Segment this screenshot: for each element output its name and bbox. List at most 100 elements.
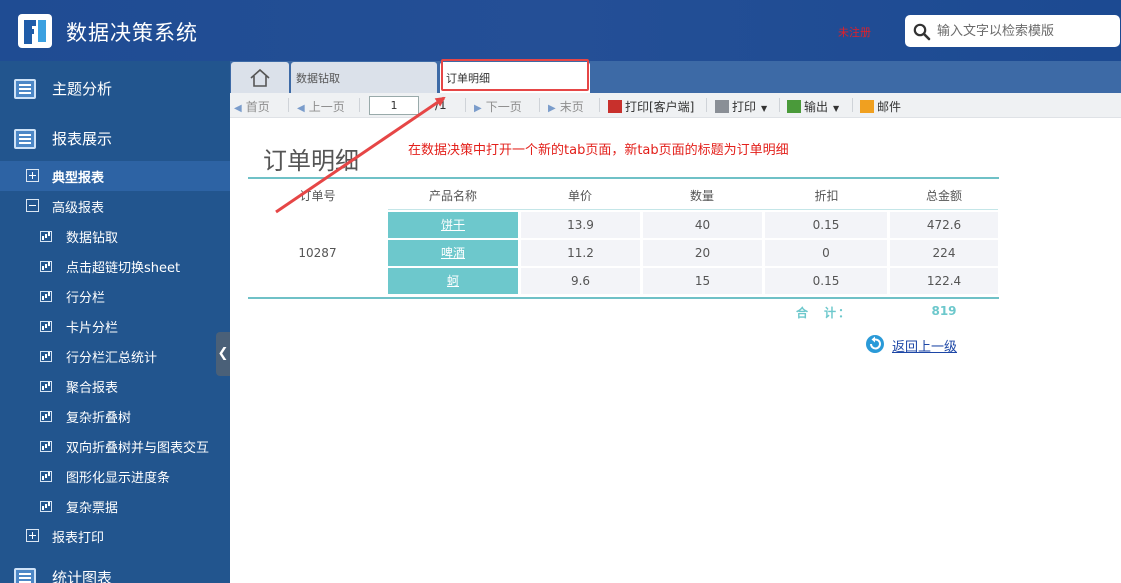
toolbar-divider xyxy=(539,98,540,112)
mail-button[interactable]: 邮件 xyxy=(860,98,901,115)
return-icon[interactable] xyxy=(865,334,887,354)
column-header-order-no: 订单号 xyxy=(299,189,336,203)
prev-page-icon: ◀ xyxy=(297,103,305,114)
sidebar-item-hyperlink-sheet[interactable]: 点击超链切换sheet xyxy=(0,251,230,281)
column-header-price: 单价 xyxy=(567,189,592,203)
sidebar-item-complex-tree[interactable]: 复杂折叠树 xyxy=(0,401,230,431)
bar-chart-icon xyxy=(40,411,52,422)
first-page-button[interactable]: ◀ 首页 xyxy=(234,98,270,115)
print-pdf-icon xyxy=(608,100,622,113)
bar-chart-icon xyxy=(40,501,52,512)
search-input[interactable] xyxy=(937,21,1115,41)
qty-cell: 15 xyxy=(643,268,762,294)
price-cell: 9.6 xyxy=(521,268,640,294)
sidebar-folder-report-print[interactable]: 报表打印 xyxy=(0,521,230,551)
sidebar-item-label: 聚合报表 xyxy=(66,381,119,396)
sidebar-folder-label: 报表打印 xyxy=(52,531,105,546)
top-header: 数据决策系统 未注册 xyxy=(0,0,1121,61)
product-link-cell[interactable]: 蚵 xyxy=(388,268,518,294)
last-page-icon: ▶ xyxy=(548,103,556,114)
print-client-button[interactable]: 打印[客户端] xyxy=(608,98,694,115)
sidebar-item-row-columns[interactable]: 行分栏 xyxy=(0,281,230,311)
export-icon xyxy=(787,100,801,113)
total-label: 合 计： xyxy=(796,306,853,320)
report-list-icon xyxy=(14,79,36,99)
home-icon[interactable] xyxy=(249,68,271,88)
sidebar-section-report-display[interactable]: 报表展示 xyxy=(0,114,230,164)
collapse-icon xyxy=(26,199,39,212)
table-bottom-rule xyxy=(248,297,999,299)
search-icon[interactable] xyxy=(913,23,931,41)
bar-chart-icon xyxy=(40,471,52,482)
sidebar-section-statistics-charts[interactable]: 统计图表 xyxy=(0,553,230,583)
toolbar-divider xyxy=(779,98,780,112)
last-page-button[interactable]: ▶ 末页 xyxy=(548,98,584,115)
sidebar-section-label: 统计图表 xyxy=(52,569,113,583)
discount-cell: 0.15 xyxy=(765,212,887,238)
sidebar-item-label: 复杂票据 xyxy=(66,501,119,516)
sidebar-item-data-drill[interactable]: 数据钻取 xyxy=(0,221,230,251)
tab-data-drill[interactable]: 数据钻取 xyxy=(291,62,437,93)
order-number-cell: 10287 xyxy=(298,246,337,260)
sidebar-folder-label: 高级报表 xyxy=(52,201,105,216)
sidebar-item-aggregate-report[interactable]: 聚合报表 xyxy=(0,371,230,401)
bar-chart-icon xyxy=(40,321,52,332)
fr-logo-icon xyxy=(18,14,52,48)
page-number-input[interactable] xyxy=(369,96,419,115)
first-page-icon: ◀ xyxy=(234,103,242,114)
report-list-icon xyxy=(14,568,36,583)
toolbar-divider xyxy=(852,98,853,112)
template-search[interactable] xyxy=(905,15,1120,47)
sidebar-item-progress-bar[interactable]: 图形化显示进度条 xyxy=(0,461,230,491)
tab-label: 数据钻取 xyxy=(296,72,340,85)
discount-cell: 0.15 xyxy=(765,268,887,294)
column-header-discount: 折扣 xyxy=(814,189,839,203)
report-title: 订单明细 xyxy=(263,147,359,175)
sidebar-section-theme-analysis[interactable]: 主题分析 xyxy=(0,64,230,114)
sidebar-folder-label: 典型报表 xyxy=(52,171,105,186)
print-button[interactable]: 打印 ▼ xyxy=(715,98,767,115)
bar-chart-icon xyxy=(40,441,52,452)
sidebar-item-label: 数据钻取 xyxy=(66,231,119,246)
product-link-cell[interactable]: 饼干 xyxy=(388,212,518,238)
sidebar-item-label: 点击超链切换sheet xyxy=(66,261,181,276)
sidebar-item-bidirectional-tree[interactable]: 双向折叠树并与图表交互 xyxy=(0,431,230,461)
sidebar-item-card-columns[interactable]: 卡片分栏 xyxy=(0,311,230,341)
amount-cell: 472.6 xyxy=(890,212,998,238)
bar-chart-icon xyxy=(40,231,52,242)
total-value: 819 xyxy=(931,304,957,318)
column-header-product: 产品名称 xyxy=(428,189,477,203)
sidebar-item-label: 复杂折叠树 xyxy=(66,411,132,426)
sidebar-folder-advanced-reports[interactable]: 高级报表 xyxy=(0,191,230,221)
sidebar-item-label: 行分栏汇总统计 xyxy=(66,351,158,366)
bar-chart-icon xyxy=(40,291,52,302)
sidebar-item-label: 卡片分栏 xyxy=(66,321,119,336)
tab-home[interactable] xyxy=(231,62,289,93)
sidebar-section-label: 报表展示 xyxy=(52,130,113,148)
back-label[interactable]: 返回上一级 xyxy=(892,336,957,355)
product-link-cell[interactable]: 啤酒 xyxy=(388,240,518,266)
bar-chart-icon xyxy=(40,261,52,272)
amount-cell: 122.4 xyxy=(890,268,998,294)
expand-icon xyxy=(26,169,39,182)
bar-chart-icon xyxy=(40,351,52,362)
sidebar-item-label: 双向折叠树并与图表交互 xyxy=(66,441,210,456)
price-cell: 11.2 xyxy=(521,240,640,266)
toolbar-divider xyxy=(599,98,600,112)
table-top-rule xyxy=(248,177,999,179)
header-rule xyxy=(388,209,998,210)
export-button[interactable]: 输出 ▼ xyxy=(787,98,839,115)
column-header-amount: 总金额 xyxy=(925,189,962,203)
unregistered-label: 未注册 xyxy=(838,26,871,39)
sidebar-item-complex-ticket[interactable]: 复杂票据 xyxy=(0,491,230,521)
sidebar-folder-typical-reports[interactable]: 典型报表 xyxy=(0,161,230,191)
chevron-left-icon[interactable]: ❮ xyxy=(218,346,229,361)
back-up-level-link[interactable]: 返回上一级 xyxy=(865,334,957,358)
toolbar-divider xyxy=(465,98,466,112)
next-page-button[interactable]: ▶ 下一页 xyxy=(474,98,522,115)
sidebar-item-label: 行分栏 xyxy=(66,291,106,306)
sidebar-collapse-button[interactable]: ❮ xyxy=(216,332,230,376)
qty-cell: 20 xyxy=(643,240,762,266)
sidebar-item-row-column-summary[interactable]: 行分栏汇总统计 xyxy=(0,341,230,371)
prev-page-button[interactable]: ◀ 上一页 xyxy=(297,98,345,115)
